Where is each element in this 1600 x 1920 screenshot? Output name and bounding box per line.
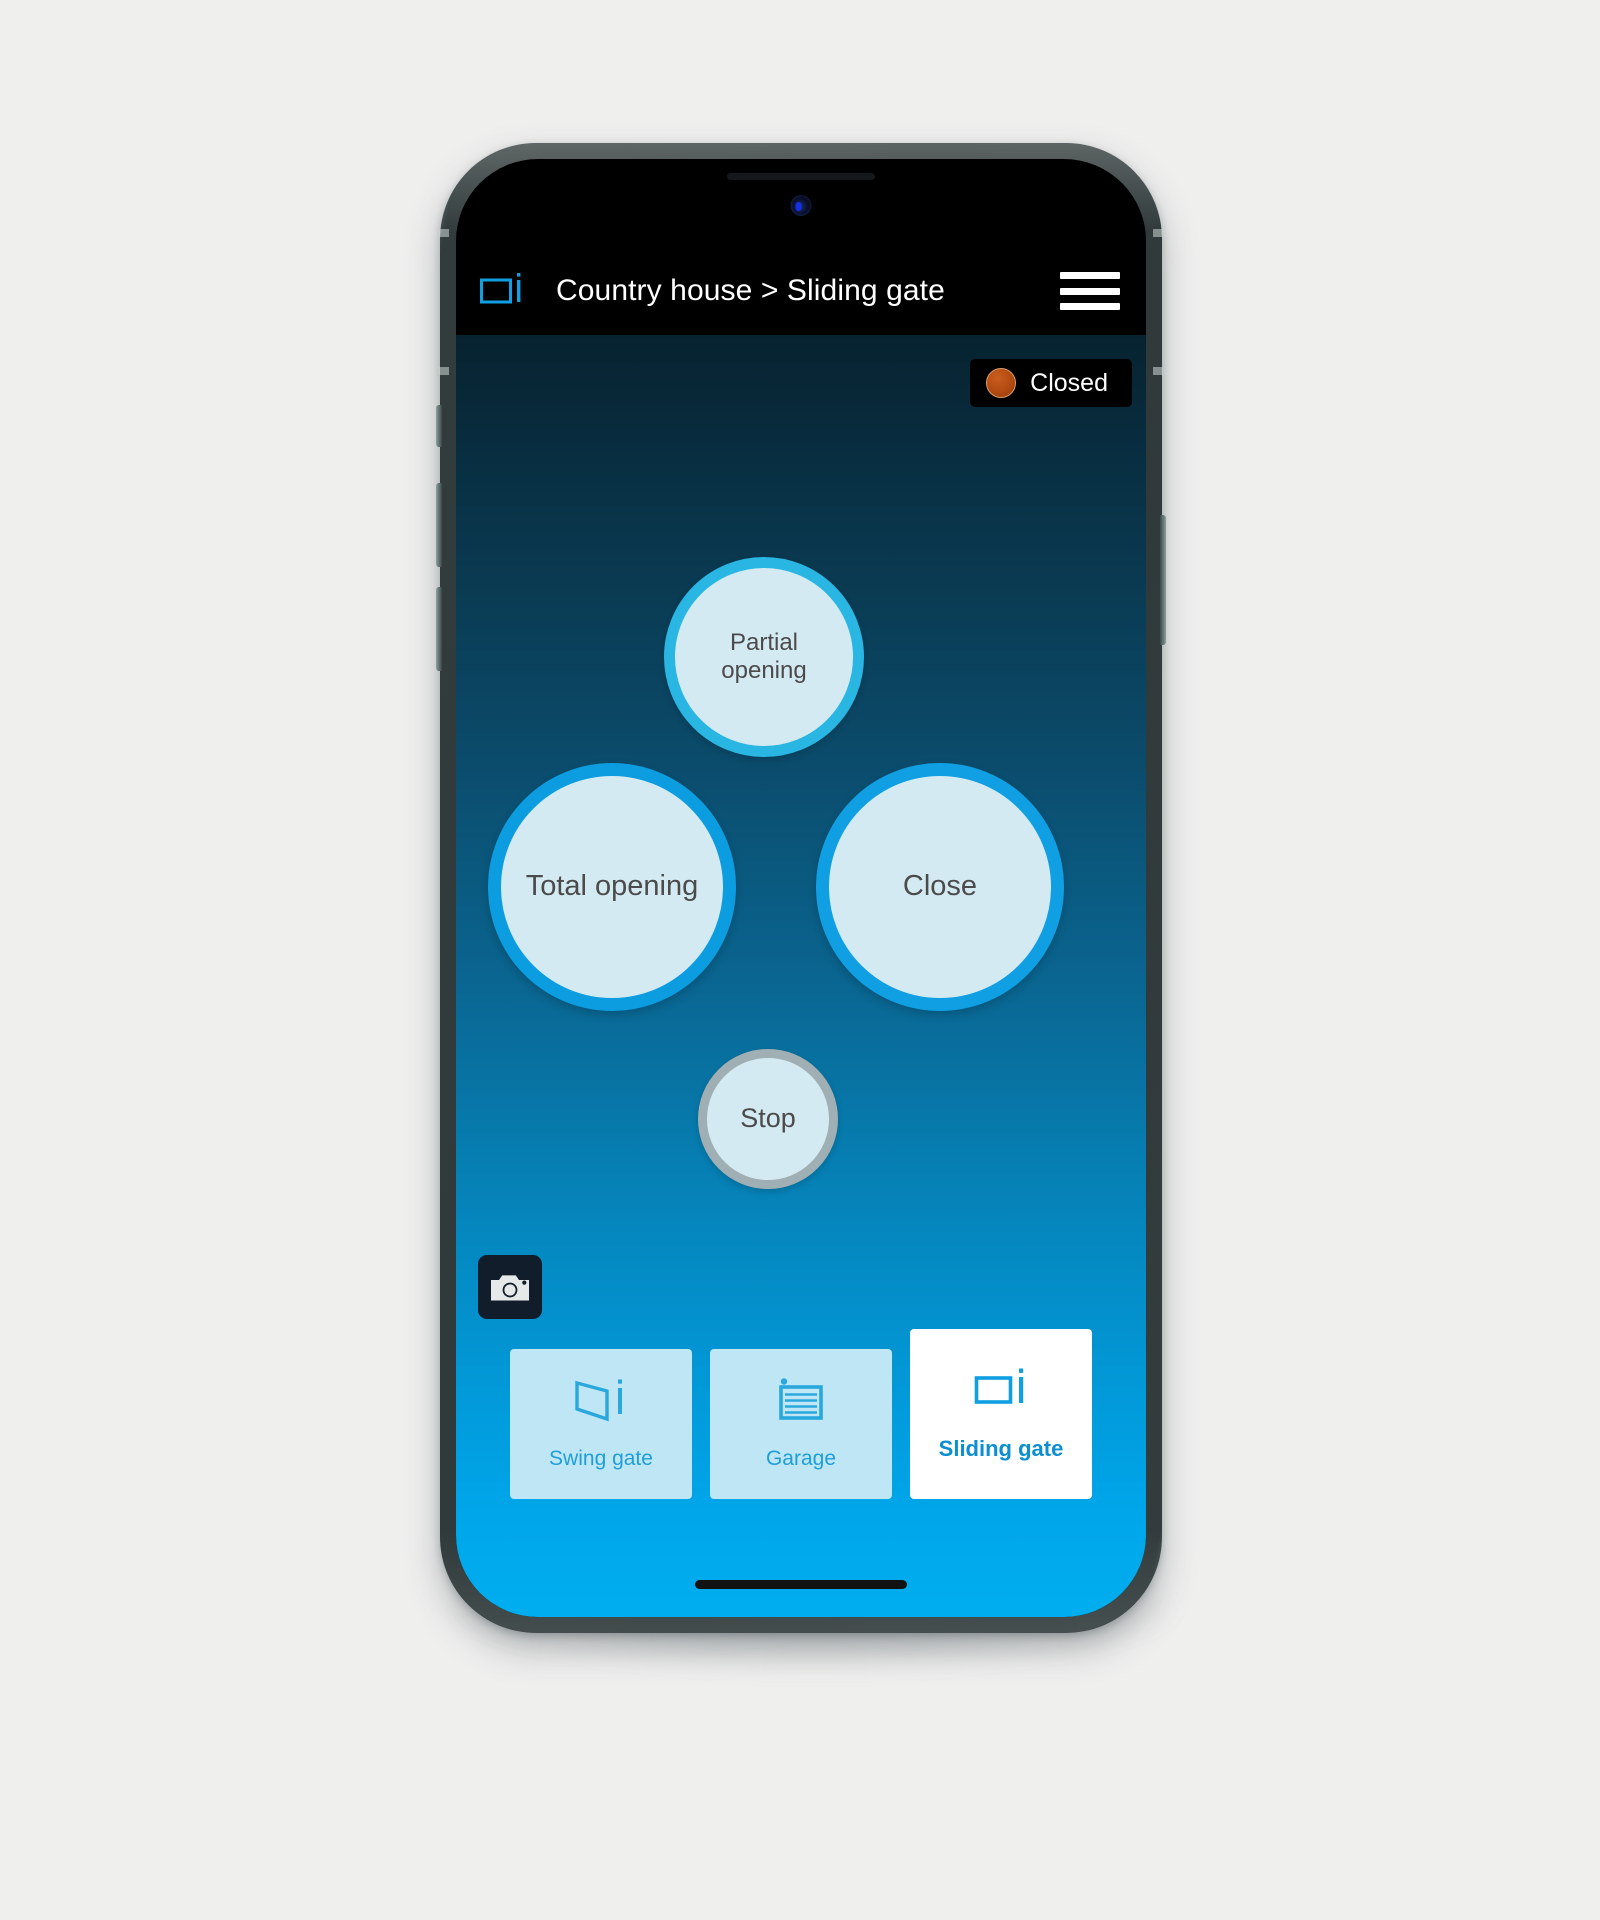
tab-swing-gate[interactable]: Swing gate (510, 1349, 692, 1499)
total-opening-button[interactable]: Total opening (488, 763, 736, 1011)
phone-volume-up-button[interactable] (436, 483, 442, 567)
status-label: Closed (1030, 368, 1108, 397)
phone-power-button[interactable] (1160, 515, 1166, 645)
tab-sliding-gate-label: Sliding gate (938, 1436, 1064, 1461)
stop-label: Stop (740, 1103, 796, 1134)
antenna-band-mark (439, 367, 449, 375)
app-header-bar: Country house > Sliding gate (456, 247, 1146, 335)
tab-sliding-gate[interactable]: Sliding gate (910, 1329, 1092, 1499)
stop-button[interactable]: Stop (698, 1049, 838, 1189)
camera-icon (491, 1275, 529, 1301)
antenna-band-mark (1153, 367, 1163, 375)
tab-garage[interactable]: Garage (710, 1349, 892, 1499)
status-badge: Closed (970, 359, 1132, 407)
phone-mute-switch[interactable] (436, 405, 442, 447)
phone-screen: Country house > Sliding gate Closed Part… (456, 159, 1146, 1617)
screenshot-canvas: Country house > Sliding gate Closed Part… (0, 0, 1600, 1920)
camera-snapshot-button[interactable] (478, 1255, 542, 1319)
phone-device-frame: Country house > Sliding gate Closed Part… (436, 143, 1166, 1633)
device-tab-bar: Swing gate Garage Sliding gate (510, 1329, 1092, 1499)
sliding-gate-icon (974, 1368, 1024, 1404)
phone-volume-down-button[interactable] (436, 587, 442, 671)
swing-gate-icon (575, 1379, 622, 1422)
tab-garage-label: Garage (765, 1447, 837, 1470)
front-camera-lens (790, 195, 812, 216)
partial-opening-label: Partial opening (721, 629, 807, 684)
menu-bar-2 (1060, 287, 1120, 295)
antenna-band-mark (439, 229, 449, 237)
earpiece-speaker (727, 173, 875, 180)
status-indicator-dot (986, 368, 1017, 398)
menu-bar-1 (1060, 272, 1120, 279)
hamburger-menu-icon[interactable] (1060, 269, 1120, 313)
page-title: Country house > Sliding gate (556, 274, 945, 307)
tab-swing-gate-label: Swing gate (549, 1447, 653, 1470)
close-button[interactable]: Close (816, 763, 1064, 1011)
home-indicator[interactable] (695, 1580, 907, 1589)
close-label: Close (902, 870, 978, 903)
sliding-gate-icon (480, 273, 521, 304)
garage-door-icon (779, 1378, 823, 1420)
app-content-area: Closed Partial opening Total opening Clo… (456, 335, 1146, 1617)
menu-bar-3 (1060, 303, 1120, 310)
antenna-band-mark (1153, 229, 1163, 237)
total-opening-label: Total opening (525, 870, 699, 903)
partial-opening-button[interactable]: Partial opening (664, 557, 864, 757)
